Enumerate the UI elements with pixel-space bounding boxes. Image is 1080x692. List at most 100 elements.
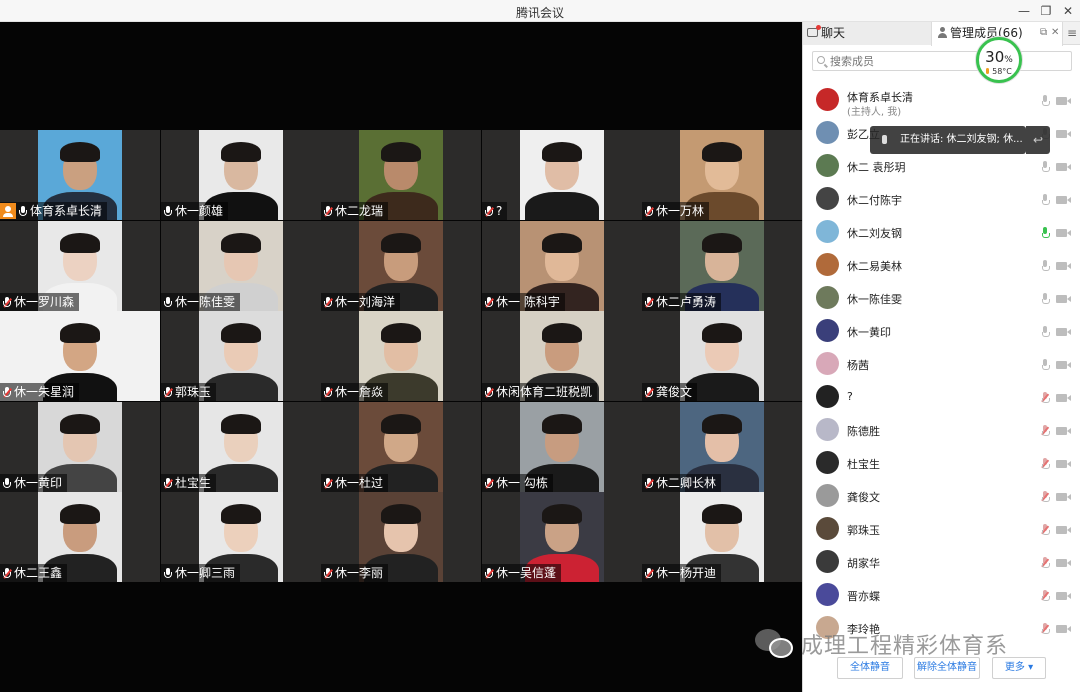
- microphone-icon[interactable]: [1042, 227, 1050, 238]
- minimize-button[interactable]: —: [1015, 2, 1033, 20]
- participant-hair: [542, 323, 582, 343]
- restore-button[interactable]: ❐: [1037, 2, 1055, 20]
- tile-background: [603, 311, 642, 401]
- video-tile[interactable]: 休二卿长林: [642, 402, 802, 492]
- tab-chat[interactable]: 聊天: [803, 22, 931, 45]
- camera-icon[interactable]: [1056, 163, 1071, 171]
- video-tile[interactable]: 休一颜雄: [161, 130, 321, 220]
- close-tab-icon[interactable]: ✕: [1051, 27, 1061, 39]
- performance-indicator[interactable]: 30% 58°C: [976, 37, 1022, 83]
- microphone-icon[interactable]: [1042, 326, 1050, 337]
- mic-muted-icon[interactable]: [1041, 458, 1050, 469]
- tile-background: [121, 402, 160, 492]
- camera-icon[interactable]: [1056, 196, 1071, 204]
- video-tile[interactable]: 休二龙瑞: [321, 130, 481, 220]
- avatar: [816, 88, 839, 111]
- video-tile[interactable]: ?: [482, 130, 642, 220]
- camera-icon[interactable]: [1056, 592, 1071, 600]
- microphone-icon: [164, 296, 172, 308]
- member-row[interactable]: 晋亦蝶: [803, 579, 1080, 612]
- mic-muted-icon[interactable]: [1041, 557, 1050, 568]
- video-tile[interactable]: 体育系卓长清: [0, 130, 160, 220]
- menu-button[interactable]: ≡: [1063, 22, 1080, 45]
- camera-icon[interactable]: [1056, 625, 1071, 633]
- member-row[interactable]: 休二易美林: [803, 249, 1080, 282]
- participant-hair: [381, 323, 421, 343]
- microphone-icon[interactable]: [1042, 95, 1050, 106]
- popout-icon[interactable]: ⧉: [1040, 27, 1050, 39]
- microphone-icon[interactable]: [1042, 194, 1050, 205]
- camera-icon[interactable]: [1056, 97, 1071, 105]
- camera-icon[interactable]: [1056, 460, 1071, 468]
- camera-icon[interactable]: [1056, 295, 1071, 303]
- member-row[interactable]: 休二 袁彤玥: [803, 150, 1080, 183]
- participant-name-label: 休一卿三雨: [161, 564, 241, 582]
- participant-name: 休一杜过: [335, 476, 384, 490]
- participant-name: 休一刘海洋: [335, 295, 396, 309]
- member-row[interactable]: ?: [803, 381, 1080, 414]
- participant-name: 休闲体育二班税凯: [496, 385, 593, 399]
- video-tile[interactable]: 休一罗川森: [0, 221, 160, 311]
- camera-icon[interactable]: [1056, 493, 1071, 501]
- video-tile[interactable]: 杜宝生: [161, 402, 321, 492]
- microphone-icon[interactable]: [1042, 293, 1050, 304]
- video-tile[interactable]: 休一黄印: [0, 402, 160, 492]
- cpu-percent-unit: %: [1004, 55, 1013, 65]
- member-row[interactable]: 休二付陈宇: [803, 183, 1080, 216]
- video-tile[interactable]: 龚俊文: [642, 311, 802, 401]
- camera-icon[interactable]: [1056, 526, 1071, 534]
- mic-muted-icon[interactable]: [1041, 491, 1050, 502]
- member-row[interactable]: 休一陈佳雯: [803, 282, 1080, 315]
- participant-hair: [221, 142, 261, 162]
- video-tile[interactable]: 休二王鑫: [0, 492, 160, 582]
- close-button[interactable]: ✕: [1059, 2, 1077, 20]
- camera-icon[interactable]: [1056, 130, 1071, 138]
- mic-muted-icon: [3, 296, 12, 308]
- video-tile[interactable]: 休一刘海洋: [321, 221, 481, 311]
- video-tile[interactable]: 休一杨开迪: [642, 492, 802, 582]
- tile-background: [763, 402, 802, 492]
- member-row[interactable]: 郭珠玉: [803, 513, 1080, 546]
- camera-icon[interactable]: [1056, 229, 1071, 237]
- member-row[interactable]: 胡家华: [803, 546, 1080, 579]
- camera-icon[interactable]: [1056, 559, 1071, 567]
- video-tile[interactable]: 休一詹焱: [321, 311, 481, 401]
- microphone-icon: [19, 205, 27, 217]
- mic-muted-icon[interactable]: [1041, 425, 1050, 436]
- video-tile[interactable]: 休闲体育二班税凯: [482, 311, 642, 401]
- video-tile[interactable]: 休二卢勇涛: [642, 221, 802, 311]
- microphone-icon[interactable]: [1042, 260, 1050, 271]
- video-tile[interactable]: 休一吴信蓬: [482, 492, 642, 582]
- video-tile[interactable]: 休一万林: [642, 130, 802, 220]
- member-row[interactable]: 休二刘友钢: [803, 216, 1080, 249]
- camera-icon[interactable]: [1056, 427, 1071, 435]
- search-member-input[interactable]: [812, 51, 1072, 71]
- participant-name-label: 休一吴信蓬: [482, 564, 562, 582]
- camera-icon[interactable]: [1056, 328, 1071, 336]
- member-row[interactable]: 体育系卓长清 (主持人, 我): [803, 84, 1080, 118]
- mic-muted-icon: [164, 386, 173, 398]
- microphone-icon[interactable]: [1042, 359, 1050, 370]
- video-tile[interactable]: 休一 陈科宇: [482, 221, 642, 311]
- member-row[interactable]: 杜宝生: [803, 447, 1080, 480]
- mic-muted-icon[interactable]: [1041, 392, 1050, 403]
- member-row[interactable]: 龚俊文: [803, 480, 1080, 513]
- video-tile[interactable]: 休一朱星润: [0, 311, 160, 401]
- video-tile[interactable]: 休一陈佳雯: [161, 221, 321, 311]
- mic-muted-icon[interactable]: [1041, 590, 1050, 601]
- camera-icon[interactable]: [1056, 361, 1071, 369]
- video-tile[interactable]: 休一 勾栋: [482, 402, 642, 492]
- member-row[interactable]: 陈德胜: [803, 414, 1080, 447]
- microphone-icon[interactable]: [1042, 161, 1050, 172]
- mic-muted-icon[interactable]: [1041, 524, 1050, 535]
- camera-icon[interactable]: [1056, 262, 1071, 270]
- camera-icon[interactable]: [1056, 394, 1071, 402]
- video-tile[interactable]: 休一卿三雨: [161, 492, 321, 582]
- member-row[interactable]: 休一黄印: [803, 315, 1080, 348]
- mic-muted-icon[interactable]: [1041, 623, 1050, 634]
- video-tile[interactable]: 休一李丽: [321, 492, 481, 582]
- member-row[interactable]: 杨茜: [803, 348, 1080, 381]
- video-tile[interactable]: 郭珠玉: [161, 311, 321, 401]
- return-icon[interactable]: ↩: [1026, 126, 1050, 154]
- video-tile[interactable]: 休一杜过: [321, 402, 481, 492]
